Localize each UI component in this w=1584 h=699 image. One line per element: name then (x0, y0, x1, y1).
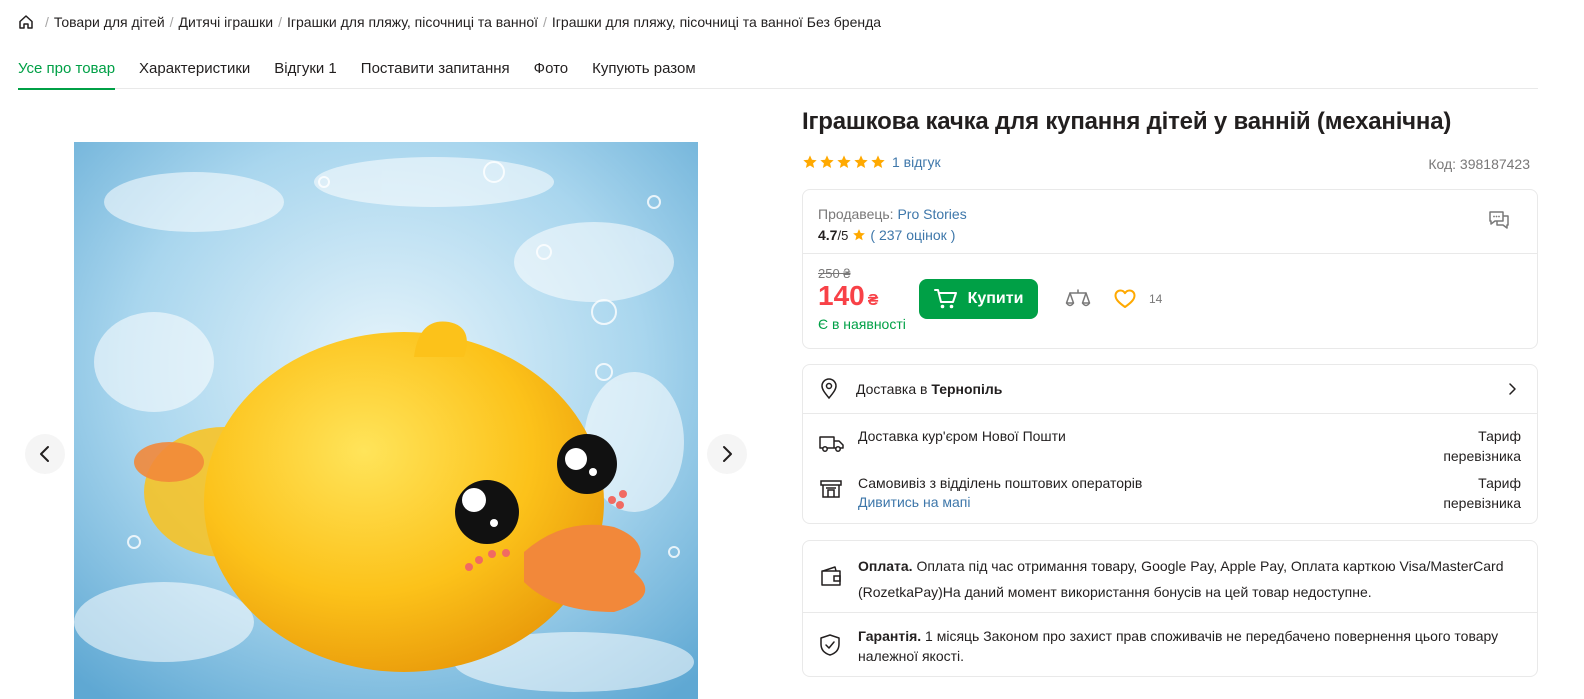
tab-characteristics[interactable]: Характеристики (139, 48, 250, 89)
cart-icon (933, 289, 957, 309)
heart-icon[interactable] (1114, 289, 1136, 314)
tariff-line-2: перевізника (1443, 495, 1521, 511)
compare-scales-icon[interactable] (1065, 288, 1091, 315)
warranty-info: Гарантія. 1 місяць Законом про захист пр… (803, 613, 1537, 666)
breadcrumb-item[interactable]: Іграшки для пляжу, пісочниці та ванної (287, 14, 538, 30)
breadcrumb-item[interactable]: Дитячі іграшки (179, 14, 274, 30)
delivery-option-tariff: Тариф перевізника (1443, 426, 1521, 466)
buy-button[interactable]: Купити (919, 279, 1038, 319)
star-icon (837, 155, 851, 168)
delivery-option-name: Доставка кур'єром Нової Пошти (858, 428, 1066, 444)
tab-ask-question[interactable]: Поставити запитання (361, 48, 510, 89)
seller-reviews-open: ( (870, 227, 875, 243)
payment-warranty-card: Оплата. Оплата під час отримання товару,… (802, 540, 1538, 677)
breadcrumb-separator: / (543, 14, 547, 30)
product-tabs: Усе про товар Характеристики Відгуки 1 П… (18, 48, 1538, 90)
rating-stars (802, 154, 887, 170)
star-icon (803, 155, 817, 168)
home-icon[interactable] (18, 14, 34, 30)
breadcrumb-item[interactable]: Іграшки для пляжу, пісочниці та ванної Б… (552, 14, 881, 30)
product-image[interactable] (74, 142, 698, 699)
seller-name-link[interactable]: Pro Stories (897, 206, 966, 222)
gallery-prev-button[interactable] (25, 434, 65, 474)
buy-button-label: Купити (967, 290, 1024, 307)
old-price: 250 ₴ (818, 266, 851, 281)
tab-reviews[interactable]: Відгуки 1 (274, 48, 337, 89)
delivery-option-courier: Доставка кур'єром Нової Пошти Тариф пере… (803, 414, 1537, 464)
view-on-map-link[interactable]: Дивитись на мапі (858, 494, 971, 510)
reviews-link[interactable]: 1 відгук (892, 154, 941, 170)
shield-check-icon (819, 633, 841, 662)
delivery-option-name: Самовивіз з відділень поштових операторі… (858, 475, 1143, 491)
warranty-text: 1 місяць Законом про захист прав спожива… (858, 628, 1499, 664)
seller-price-card: Продавець: Pro Stories 4.7 /5 ( 237 оцін… (802, 189, 1538, 349)
delivery-city-prefix: Доставка в (856, 381, 928, 397)
tab-all-about[interactable]: Усе про товар (18, 48, 116, 90)
tariff-line-1: Тариф (1478, 475, 1521, 491)
product-rating: 1 відгук (802, 154, 941, 170)
breadcrumb-separator: / (169, 14, 174, 30)
product-code-label: Код: (1428, 156, 1457, 172)
chevron-left-icon (40, 446, 49, 462)
payment-label: Оплата. (858, 558, 913, 574)
delivery-option-tariff: Тариф перевізника (1443, 473, 1521, 513)
chevron-right-icon (723, 446, 732, 462)
product-title: Іграшкова качка для купання дітей у ванн… (802, 108, 1452, 135)
seller-reviews-link[interactable]: 237 оцінок (879, 227, 947, 243)
star-icon (820, 155, 834, 168)
payment-text: Оплата під час отримання товару, Google … (858, 558, 1504, 600)
product-code-value: 398187423 (1459, 156, 1530, 172)
availability-status: Є в наявності (818, 316, 906, 332)
price-currency: ₴ (867, 292, 879, 309)
tab-bought-together[interactable]: Купують разом (592, 48, 696, 89)
seller-rating: 4.7 (818, 227, 838, 243)
wishlist-count: 14 (1149, 292, 1163, 306)
breadcrumb-item[interactable]: Товари для дітей (54, 14, 165, 30)
tab-photo[interactable]: Фото (534, 48, 568, 89)
price-value: 140 (818, 280, 865, 311)
delivery-card: Доставка в Тернопіль Доставка кур'єром Н… (802, 364, 1538, 524)
delivery-city-selector[interactable]: Доставка в Тернопіль (803, 365, 1537, 414)
star-icon (854, 155, 868, 168)
product-code: Код: 398187423 (1428, 156, 1530, 172)
truck-icon (819, 433, 845, 456)
seller-info: Продавець: Pro Stories 4.7 /5 ( 237 оцін… (803, 190, 1537, 254)
payment-info: Оплата. Оплата під час отримання товару,… (803, 541, 1537, 613)
star-icon (853, 229, 866, 241)
seller-reviews-close: ) (950, 227, 956, 243)
delivery-city-name: Тернопіль (931, 381, 1003, 397)
seller-rating-max: /5 (837, 227, 849, 243)
tariff-line-1: Тариф (1478, 428, 1521, 444)
location-pin-icon (821, 378, 837, 400)
seller-label: Продавець: (818, 206, 894, 222)
breadcrumb-separator: / (278, 14, 282, 30)
chevron-right-icon (1509, 383, 1516, 395)
warranty-label: Гарантія. (858, 628, 922, 644)
breadcrumb-separator: / (45, 14, 49, 30)
wallet-icon (819, 565, 843, 595)
star-icon (871, 155, 885, 168)
breadcrumb: / Товари для дітей / Дитячі іграшки / Іг… (18, 14, 881, 30)
buy-area: 250 ₴ 140 ₴ Є в наявності Купити 14 (803, 254, 1537, 348)
gallery-next-button[interactable] (707, 434, 747, 474)
current-price: 140 ₴ (818, 280, 878, 312)
post-office-icon (819, 476, 843, 503)
duck-toy-image (74, 142, 698, 699)
chat-seller-icon[interactable] (1487, 208, 1511, 235)
delivery-option-pickup: Самовивіз з відділень поштових операторі… (803, 462, 1537, 522)
